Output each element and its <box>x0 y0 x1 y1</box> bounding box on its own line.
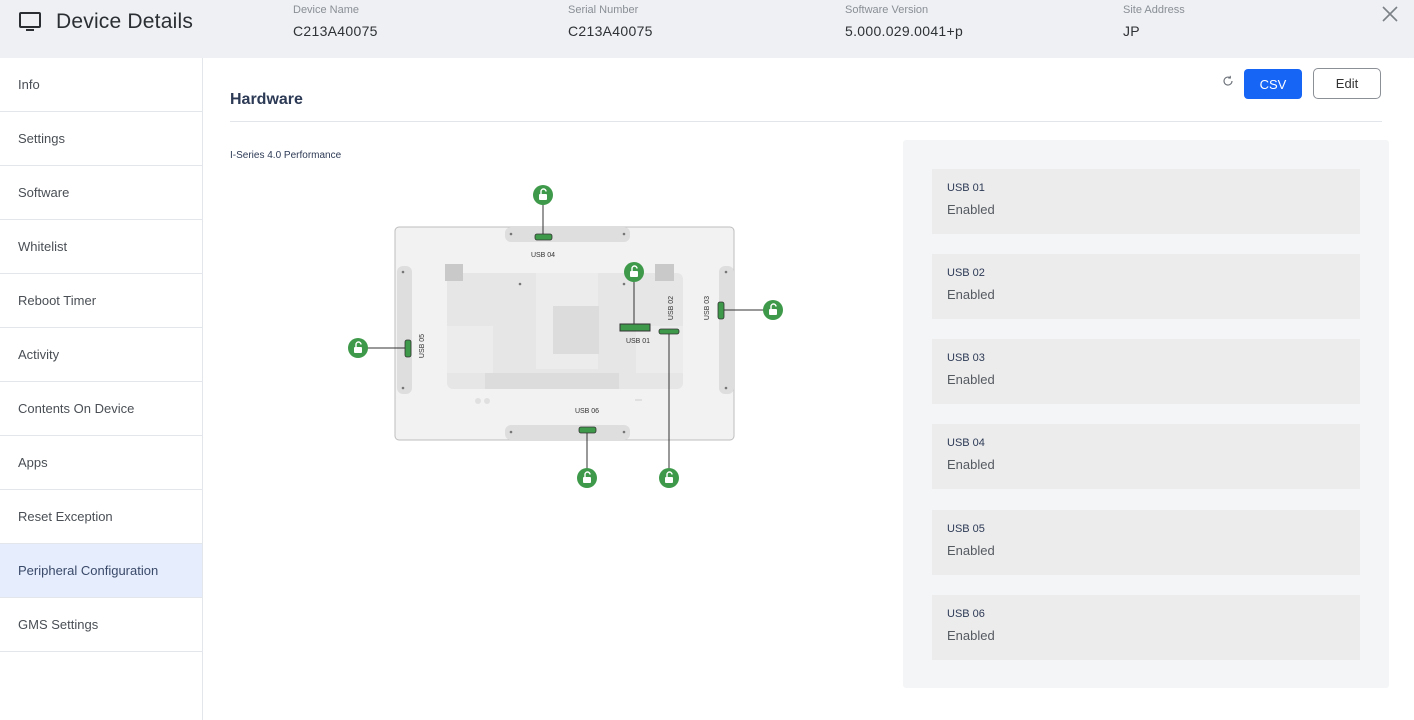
serial-number-value: C213A40075 <box>568 23 653 39</box>
section-title: Hardware <box>230 91 303 108</box>
left-rail <box>397 266 412 394</box>
usb-status-card: USB 02 Enabled <box>932 254 1360 319</box>
usb-01-label: USB 01 <box>626 338 650 345</box>
sidebar: Info Settings Software Whitelist Reboot … <box>0 58 203 720</box>
usb-status-card: USB 06 Enabled <box>932 595 1360 660</box>
usb-05-port <box>404 339 412 358</box>
usb-04-label: USB 04 <box>531 252 555 259</box>
sidebar-item-reboot-timer[interactable]: Reboot Timer <box>0 274 202 328</box>
header-title-group: Device Details <box>18 10 193 34</box>
header-bar: Device Details Device Name C213A40075 Se… <box>0 0 1414 58</box>
software-version-label: Software Version <box>845 4 929 16</box>
usb-card-status: Enabled <box>947 372 995 387</box>
sidebar-item-whitelist[interactable]: Whitelist <box>0 220 202 274</box>
monitor-icon <box>19 12 41 31</box>
usb-06-label: USB 06 <box>575 408 599 415</box>
section-divider <box>230 121 1382 122</box>
edit-button[interactable]: Edit <box>1313 68 1381 99</box>
usb-card-status: Enabled <box>947 628 995 643</box>
software-version-value: 5.000.029.0041+p <box>845 23 964 39</box>
usb-02-port <box>658 328 680 335</box>
speaker-grille-right <box>655 264 674 281</box>
usb-01-unlock-icon[interactable] <box>624 262 644 282</box>
usb-03-label: USB 03 <box>704 296 711 320</box>
sidebar-item-peripheral-configuration[interactable]: Peripheral Configuration <box>0 544 202 598</box>
device-name-field: Device Name C213A40075 <box>293 2 378 39</box>
usb-02-unlock-icon[interactable] <box>659 468 679 488</box>
usb-status-panel: USB 01 Enabled USB 02 Enabled USB 03 Ena… <box>903 140 1389 688</box>
usb-card-name: USB 05 <box>947 523 985 535</box>
device-name-value: C213A40075 <box>293 23 378 39</box>
csv-button[interactable]: CSV <box>1244 69 1302 99</box>
usb-card-name: USB 02 <box>947 267 985 279</box>
top-rail <box>505 227 630 242</box>
usb-card-name: USB 06 <box>947 608 985 620</box>
usb-03-unlock-icon[interactable] <box>763 300 783 320</box>
software-version-field: Software Version 5.000.029.0041+p <box>845 2 963 39</box>
sidebar-item-contents-on-device[interactable]: Contents On Device <box>0 382 202 436</box>
sidebar-item-info[interactable]: Info <box>0 58 202 112</box>
device-name-label: Device Name <box>293 4 360 16</box>
main-content: Hardware CSV Edit I-Series 4.0 Performan… <box>203 58 1414 720</box>
serial-number-field: Serial Number C213A40075 <box>568 2 653 39</box>
usb-06-port <box>578 426 597 434</box>
usb-status-card: USB 04 Enabled <box>932 424 1360 489</box>
usb-status-card: USB 01 Enabled <box>932 169 1360 234</box>
usb-02-label: USB 02 <box>668 296 675 320</box>
page-title: Device Details <box>56 10 194 33</box>
speaker-grille-left <box>445 264 463 281</box>
usb-06-unlock-icon[interactable] <box>577 468 597 488</box>
close-icon[interactable] <box>1380 4 1400 24</box>
device-model-label: I-Series 4.0 Performance <box>230 150 342 161</box>
serial-number-label: Serial Number <box>568 4 639 16</box>
usb-status-card: USB 03 Enabled <box>932 339 1360 404</box>
bottom-rail <box>505 425 630 440</box>
sidebar-item-reset-exception[interactable]: Reset Exception <box>0 490 202 544</box>
usb-04-unlock-icon[interactable] <box>533 185 553 205</box>
usb-05-unlock-icon[interactable] <box>348 338 368 358</box>
sidebar-item-software[interactable]: Software <box>0 166 202 220</box>
usb-card-status: Enabled <box>947 543 995 558</box>
usb-05-label: USB 05 <box>419 334 426 358</box>
usb-status-card: USB 05 Enabled <box>932 510 1360 575</box>
refresh-icon[interactable] <box>1222 75 1234 87</box>
hardware-diagram: USB 04 USB 01 USB 02 USB 03 USB 05 USB 0… <box>348 185 783 488</box>
site-address-value: JP <box>1123 23 1140 39</box>
right-rail <box>719 266 734 394</box>
usb-04-port <box>534 233 553 241</box>
sidebar-item-gms-settings[interactable]: GMS Settings <box>0 598 202 652</box>
usb-card-name: USB 01 <box>947 182 985 194</box>
sidebar-item-activity[interactable]: Activity <box>0 328 202 382</box>
usb-card-name: USB 03 <box>947 352 985 364</box>
site-address-label: Site Address <box>1123 4 1185 16</box>
usb-03-port <box>717 301 725 320</box>
usb-card-status: Enabled <box>947 202 995 217</box>
sidebar-item-settings[interactable]: Settings <box>0 112 202 166</box>
usb-card-status: Enabled <box>947 287 995 302</box>
usb-card-name: USB 04 <box>947 437 985 449</box>
site-address-field: Site Address JP <box>1123 2 1185 39</box>
usb-card-status: Enabled <box>947 457 995 472</box>
usb-01-port <box>619 323 651 332</box>
sidebar-item-apps[interactable]: Apps <box>0 436 202 490</box>
